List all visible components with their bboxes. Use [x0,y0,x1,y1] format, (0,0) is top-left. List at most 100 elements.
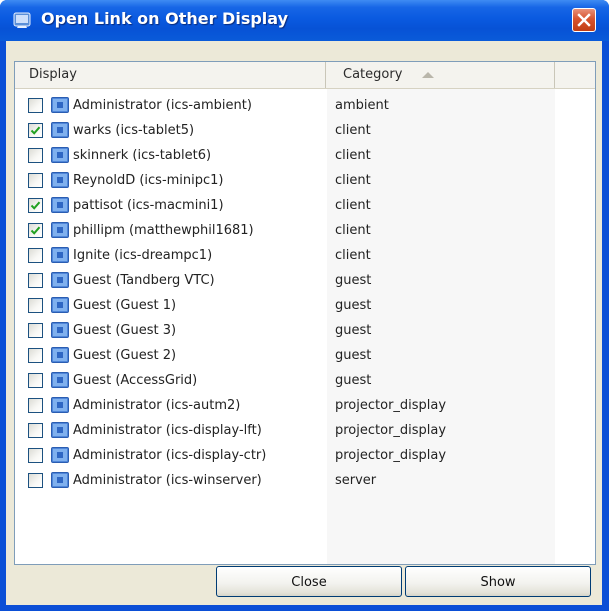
display-name: warks (ics-tablet5) [73,123,195,138]
display-name: Administrator (ics-autm2) [73,398,241,413]
display-icon [51,222,69,238]
close-x-button[interactable] [572,8,596,32]
display-icon [51,172,69,188]
display-name: phillipm (matthewphil1681) [73,223,254,238]
display-name: Guest (Tandberg VTC) [73,273,215,288]
display-checkbox[interactable] [28,123,43,138]
list-item[interactable]: Guest (Guest 2) guest [15,344,595,369]
list-item[interactable]: skinnerk (ics-tablet6) client [15,144,595,169]
display-checkbox[interactable] [28,98,43,113]
title-bar[interactable]: Open Link on Other Display [0,0,609,41]
display-icon [51,372,69,388]
list-item[interactable]: Administrator (ics-display-ctr) projector… [15,444,595,469]
display-category: client [335,173,371,188]
list-item[interactable]: Administrator (ics-winserver) server [15,469,595,494]
list-item[interactable]: warks (ics-tablet5) client [15,119,595,144]
display-checkbox[interactable] [28,473,43,488]
dialog-window: Open Link on Other Display Display Categ… [0,0,609,611]
display-list[interactable]: Display Category Administrator (ics-ambi… [14,61,596,565]
list-item[interactable]: Guest (Guest 1) guest [15,294,595,319]
display-name: ReynoldD (ics-minipc1) [73,173,224,188]
display-category: client [335,248,371,263]
display-category: guest [335,298,372,313]
display-checkbox[interactable] [28,148,43,163]
display-icon [51,447,69,463]
display-category: client [335,148,371,163]
app-window-icon [13,12,31,28]
window-bottom-border [0,605,609,611]
list-item[interactable]: pattisot (ics-macmini1) client [15,194,595,219]
display-name: Guest (Guest 3) [73,323,177,338]
display-name: skinnerk (ics-tablet6) [73,148,212,163]
display-checkbox[interactable] [28,173,43,188]
display-checkbox[interactable] [28,373,43,388]
column-header-display[interactable]: Display [15,62,326,88]
close-x-icon [577,13,591,27]
display-category: guest [335,323,372,338]
display-icon [51,197,69,213]
display-checkbox[interactable] [28,398,43,413]
list-item[interactable]: phillipm (matthewphil1681) client [15,219,595,244]
display-icon [51,247,69,263]
check-mark-icon [30,226,41,235]
display-checkbox[interactable] [28,448,43,463]
list-item[interactable]: Guest (Guest 3) guest [15,319,595,344]
display-name: Guest (Guest 1) [73,298,177,313]
display-checkbox[interactable] [28,298,43,313]
display-checkbox[interactable] [28,198,43,213]
display-name: Guest (AccessGrid) [73,373,198,388]
display-category: ambient [335,98,389,113]
list-header: Display Category [15,62,595,89]
display-name: pattisot (ics-macmini1) [73,198,224,213]
column-header-filler [556,62,595,88]
list-item[interactable]: ReynoldD (ics-minipc1) client [15,169,595,194]
check-mark-icon [30,126,41,135]
display-name: Administrator (ics-display-lft) [73,423,262,438]
display-category: guest [335,348,372,363]
display-checkbox[interactable] [28,348,43,363]
close-button[interactable]: Close [216,566,402,597]
list-item[interactable]: Administrator (ics-ambient) ambient [15,94,595,119]
list-item[interactable]: Guest (Tandberg VTC) guest [15,269,595,294]
display-category: projector_display [335,448,447,463]
display-checkbox[interactable] [28,323,43,338]
display-icon [51,147,69,163]
list-item[interactable]: Administrator (ics-display-lft) projector… [15,419,595,444]
display-name: Administrator (ics-display-ctr) [73,448,267,463]
display-category: server [335,473,377,488]
display-checkbox[interactable] [28,423,43,438]
list-item[interactable]: Administrator (ics-autm2) projector_displ… [15,394,595,419]
display-icon [51,272,69,288]
display-checkbox[interactable] [28,273,43,288]
display-category: guest [335,373,372,388]
display-icon [51,472,69,488]
display-category: client [335,198,371,213]
display-category: guest [335,273,372,288]
sort-ascending-icon [422,72,434,78]
display-name: Ignite (ics-dreampc1) [73,248,213,263]
list-item[interactable]: Guest (AccessGrid) guest [15,369,595,394]
display-name: Guest (Guest 2) [73,348,177,363]
display-icon [51,397,69,413]
dialog-body: Display Category Administrator (ics-ambi… [6,41,602,605]
column-header-category[interactable]: Category [327,62,555,88]
display-name: Administrator (ics-winserver) [73,473,262,488]
display-icon [51,97,69,113]
display-checkbox[interactable] [28,248,43,263]
display-category: projector_display [335,398,447,413]
list-rows: Administrator (ics-ambient) ambient warks … [15,94,595,494]
display-icon [51,322,69,338]
display-icon [51,422,69,438]
column-header-display-label: Display [29,67,77,82]
display-icon [51,347,69,363]
display-category: projector_display [335,423,447,438]
dialog-title: Open Link on Other Display [41,9,289,28]
show-button[interactable]: Show [405,566,591,597]
display-name: Administrator (ics-ambient) [73,98,252,113]
display-category: client [335,223,371,238]
display-checkbox[interactable] [28,223,43,238]
display-icon [51,297,69,313]
check-mark-icon [30,201,41,210]
list-item[interactable]: Ignite (ics-dreampc1) client [15,244,595,269]
column-header-category-label: Category [343,67,403,82]
